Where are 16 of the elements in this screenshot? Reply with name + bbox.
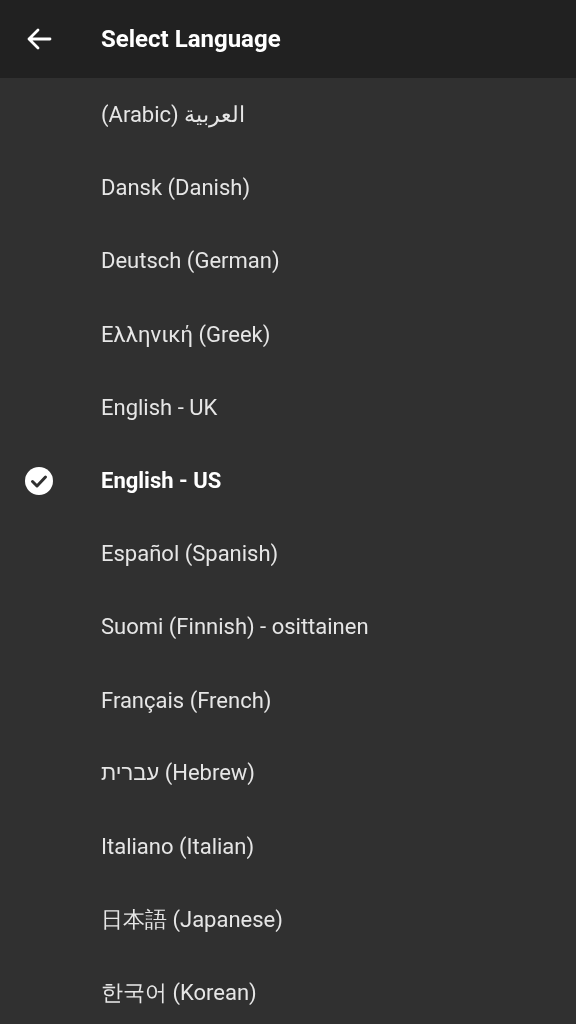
check-icon <box>25 466 53 495</box>
language-item[interactable]: עברית (Hebrew) <box>0 736 576 810</box>
language-item[interactable]: Dansk (Danish) <box>0 151 576 225</box>
back-arrow-icon <box>26 28 52 50</box>
language-item[interactable]: 한국어 (Korean) <box>0 956 576 1024</box>
language-item[interactable]: English - US <box>0 443 576 518</box>
language-item[interactable]: Italiano (Italian) <box>0 809 576 884</box>
language-item[interactable]: Français (French) <box>0 663 576 737</box>
language-item[interactable]: (Arabic) العربية <box>0 78 576 152</box>
language-item[interactable]: Ελληνική (Greek) <box>0 297 576 371</box>
language-item[interactable]: Español (Spanish) <box>0 517 576 591</box>
language-item[interactable]: 日本語 (Japanese) <box>0 883 576 957</box>
screen-title: Select Language <box>101 25 281 53</box>
language-item[interactable]: Deutsch (German) <box>0 224 576 298</box>
language-item[interactable]: English - UK <box>0 370 576 444</box>
language-item[interactable]: Suomi (Finnish) - osittainen <box>0 590 576 664</box>
